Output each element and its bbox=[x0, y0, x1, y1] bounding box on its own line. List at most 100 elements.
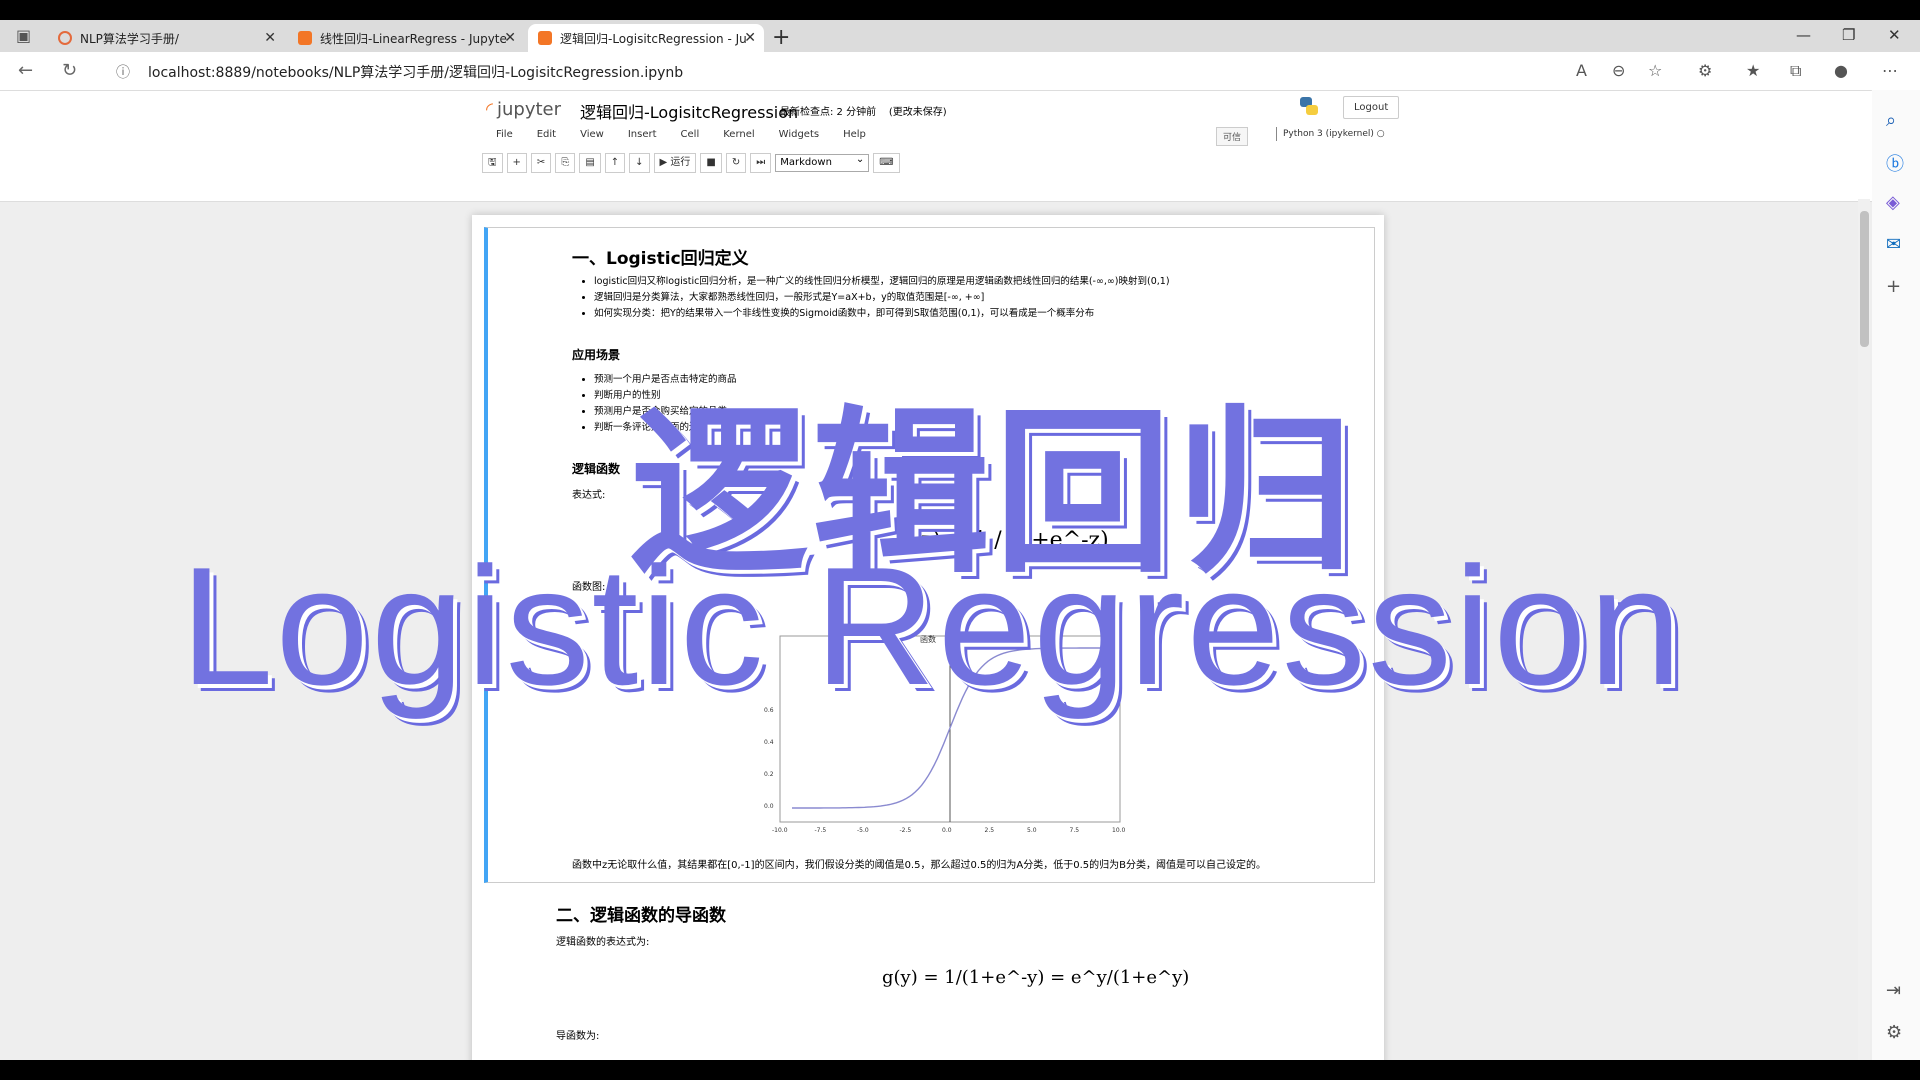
run-button[interactable]: ▶ 运行 bbox=[653, 153, 697, 173]
checkpoint-status: 最新检查点: 2 分钟前 (更改未保存) bbox=[780, 103, 947, 118]
unsaved-text: (更改未保存) bbox=[888, 107, 947, 118]
list-item: 判断用户的性别 bbox=[594, 388, 994, 404]
tab-title: 线性回归-LinearRegress - Jupyte bbox=[320, 31, 507, 46]
y-tick-label: 0.0 bbox=[764, 803, 774, 810]
markdown-cell[interactable]: 一、Logistic回归定义 logistic回归又称logistic回归分析，… bbox=[484, 227, 1375, 883]
move-up-button[interactable]: ↑ bbox=[604, 153, 626, 173]
minimize-icon[interactable]: — bbox=[1796, 26, 1811, 44]
bing-icon[interactable]: ⓑ bbox=[1886, 150, 1904, 176]
menu-insert[interactable]: Insert bbox=[616, 129, 669, 140]
tab-logistic[interactable]: 逻辑回归-LogisitcRegression - Ju ✕ bbox=[528, 24, 764, 52]
notebook-toolbar: 🖫 + ✂ ⎘ ▤ ↑ ↓ ▶ 运行 ■ ↻ ⏭ Markdown ⌨ bbox=[482, 152, 900, 173]
restore-icon[interactable]: ❐ bbox=[1842, 26, 1855, 44]
cut-button[interactable]: ✂ bbox=[530, 153, 552, 173]
tab-actions-icon[interactable]: ▣ bbox=[16, 26, 31, 45]
close-icon[interactable]: ✕ bbox=[504, 30, 516, 46]
tab-linear[interactable]: 线性回归-LinearRegress - Jupyte ✕ bbox=[288, 24, 524, 52]
close-icon[interactable]: ✕ bbox=[744, 30, 756, 46]
x-tick-label: 0.0 bbox=[942, 827, 952, 834]
insert-cell-button[interactable]: + bbox=[506, 153, 527, 173]
menu-view[interactable]: View bbox=[568, 129, 616, 140]
restart-run-all-button[interactable]: ⏭ bbox=[750, 153, 772, 173]
checkpoint-text: 最新检查点: 2 分钟前 bbox=[780, 107, 877, 118]
jupyter-logo-text: jupyter bbox=[496, 99, 562, 120]
copy-button[interactable]: ⎘ bbox=[555, 153, 576, 173]
derivative-label: 导函数为: bbox=[556, 1031, 600, 1042]
sidebar-toggle-icon[interactable]: ⇥ bbox=[1886, 980, 1901, 1001]
sigmoid-plot: 函数 -10.0 -7.5 -5.0 -2.5 0.0 2.5 5.0 7.5 10.0 0.0… bbox=[764, 634, 1126, 834]
list-item: 预测用户是否会购买给定的品类 bbox=[594, 404, 994, 420]
jupyter-logo[interactable]: ◜ jupyter bbox=[486, 99, 561, 120]
favorites-icon[interactable]: ★ bbox=[1746, 61, 1760, 80]
notebook-container: 一、Logistic回归定义 logistic回归又称logistic回归分析，… bbox=[472, 215, 1384, 1060]
info-icon[interactable]: ⓘ bbox=[116, 62, 130, 82]
jupyter-favicon-icon bbox=[538, 31, 552, 45]
gy-formula: g(y) = 1/(1+e^-y) = e^y/(1+e^y) bbox=[882, 967, 1190, 988]
graph-label: 函数图: bbox=[572, 582, 606, 593]
close-icon[interactable]: ✕ bbox=[264, 30, 276, 46]
notebook-name[interactable]: 逻辑回归-LogisitcRegression bbox=[580, 99, 798, 123]
expression-label: 表达式: bbox=[572, 490, 606, 501]
kernel-name: Python 3 (ipykernel) bbox=[1283, 129, 1374, 139]
x-tick-label: -10.0 bbox=[772, 827, 788, 834]
loading-icon bbox=[58, 31, 72, 45]
close-window-icon[interactable]: ✕ bbox=[1888, 26, 1901, 44]
x-tick-label: -7.5 bbox=[815, 827, 827, 834]
menu-edit[interactable]: Edit bbox=[525, 129, 568, 140]
keyboard-icon[interactable]: ⌨ bbox=[873, 153, 900, 173]
tab-title: NLP算法学习手册/ bbox=[80, 31, 179, 46]
zoom-icon[interactable]: ⊖ bbox=[1612, 61, 1625, 80]
list-item: 判断一条评论是正面的还是负面的 bbox=[594, 420, 994, 436]
heading-derivative: 二、逻辑函数的导函数 bbox=[556, 906, 726, 926]
menu-file[interactable]: File bbox=[484, 129, 525, 140]
scrollbar-thumb[interactable] bbox=[1860, 211, 1869, 347]
paste-button[interactable]: ▤ bbox=[579, 153, 601, 173]
back-icon[interactable]: ← bbox=[18, 60, 33, 81]
add-icon[interactable]: + bbox=[1886, 276, 1901, 297]
settings-icon[interactable]: ⚙ bbox=[1886, 1022, 1902, 1043]
refresh-icon[interactable]: ↻ bbox=[62, 60, 77, 81]
move-down-button[interactable]: ↓ bbox=[629, 153, 650, 173]
menu-cell[interactable]: Cell bbox=[669, 129, 712, 140]
threshold-note: 函数中z无论取什么值，其结果都在[0,-1]的区间内，我们假设分类的阈值是0.5… bbox=[572, 860, 1266, 871]
tab-nlp[interactable]: NLP算法学习手册/ ✕ bbox=[48, 24, 284, 52]
save-button[interactable]: 🖫 bbox=[482, 153, 503, 173]
kernel-indicator: Python 3 (ipykernel) ○ bbox=[1276, 127, 1391, 141]
list-item: 逻辑回归是分类算法，大家都熟悉线性回归，一般形式是Y=aX+b，y的取值范围是[… bbox=[594, 290, 1354, 306]
menu-kernel[interactable]: Kernel bbox=[711, 129, 766, 140]
extensions-icon[interactable]: ⚙ bbox=[1698, 61, 1712, 80]
profile-icon[interactable]: ● bbox=[1834, 61, 1848, 80]
list-item: 如何实现分类：把Y的结果带入一个非线性变换的Sigmoid函数中，即可得到S取值… bbox=[594, 306, 1354, 322]
menu-help[interactable]: Help bbox=[831, 129, 878, 140]
definition-list: logistic回归又称logistic回归分析，是一种广义的线性回归分析模型，… bbox=[572, 274, 1354, 322]
x-tick-labels: -10.0 -7.5 -5.0 -2.5 0.0 2.5 5.0 7.5 10.0 bbox=[772, 827, 1126, 834]
trusted-badge[interactable]: 可信 bbox=[1216, 127, 1249, 146]
y-tick-label: 0.2 bbox=[764, 771, 774, 778]
url-field[interactable]: localhost:8889/notebooks/NLP算法学习手册/逻辑回归-… bbox=[148, 62, 683, 82]
collections-icon[interactable]: ⧉ bbox=[1790, 61, 1801, 81]
new-tab-button[interactable]: + bbox=[772, 25, 790, 50]
y-tick-label: 0.4 bbox=[764, 739, 774, 746]
x-tick-label: 5.0 bbox=[1027, 827, 1037, 834]
edge-sidebar: ⌕ ⓑ ◈ ✉ + ⇥ ⚙ bbox=[1871, 90, 1920, 1060]
games-icon[interactable]: ◈ bbox=[1886, 192, 1900, 213]
cell-type-select[interactable]: Markdown bbox=[775, 152, 870, 172]
favorite-icon[interactable]: ☆ bbox=[1648, 61, 1662, 80]
heading-logistic-function: 逻辑函数 bbox=[572, 462, 621, 476]
outlook-icon[interactable]: ✉ bbox=[1886, 234, 1901, 255]
page-scrollbar[interactable] bbox=[1858, 199, 1870, 1060]
more-icon[interactable]: ⋯ bbox=[1882, 61, 1898, 80]
stop-button[interactable]: ■ bbox=[700, 153, 722, 173]
read-aloud-icon[interactable]: A bbox=[1576, 61, 1587, 80]
logout-button[interactable]: Logout bbox=[1343, 96, 1400, 119]
y-tick-label: 0.6 bbox=[764, 707, 774, 714]
search-icon[interactable]: ⌕ bbox=[1886, 110, 1896, 131]
restart-button[interactable]: ↻ bbox=[725, 153, 747, 173]
menu-widgets[interactable]: Widgets bbox=[767, 129, 831, 140]
x-tick-label: 10.0 bbox=[1112, 827, 1126, 834]
jupyter-header: ◜ jupyter 逻辑回归-LogisitcRegression 最新检查点: … bbox=[0, 91, 1872, 202]
browser-window: ▣ NLP算法学习手册/ ✕ 线性回归-LinearRegress - Jupy… bbox=[0, 20, 1920, 1060]
jupyter-page: ◜ jupyter 逻辑回归-LogisitcRegression 最新检查点: … bbox=[0, 91, 1872, 1060]
plot-title: 函数 bbox=[920, 634, 936, 644]
derivative-expression-label: 逻辑函数的表达式为: bbox=[556, 937, 650, 948]
